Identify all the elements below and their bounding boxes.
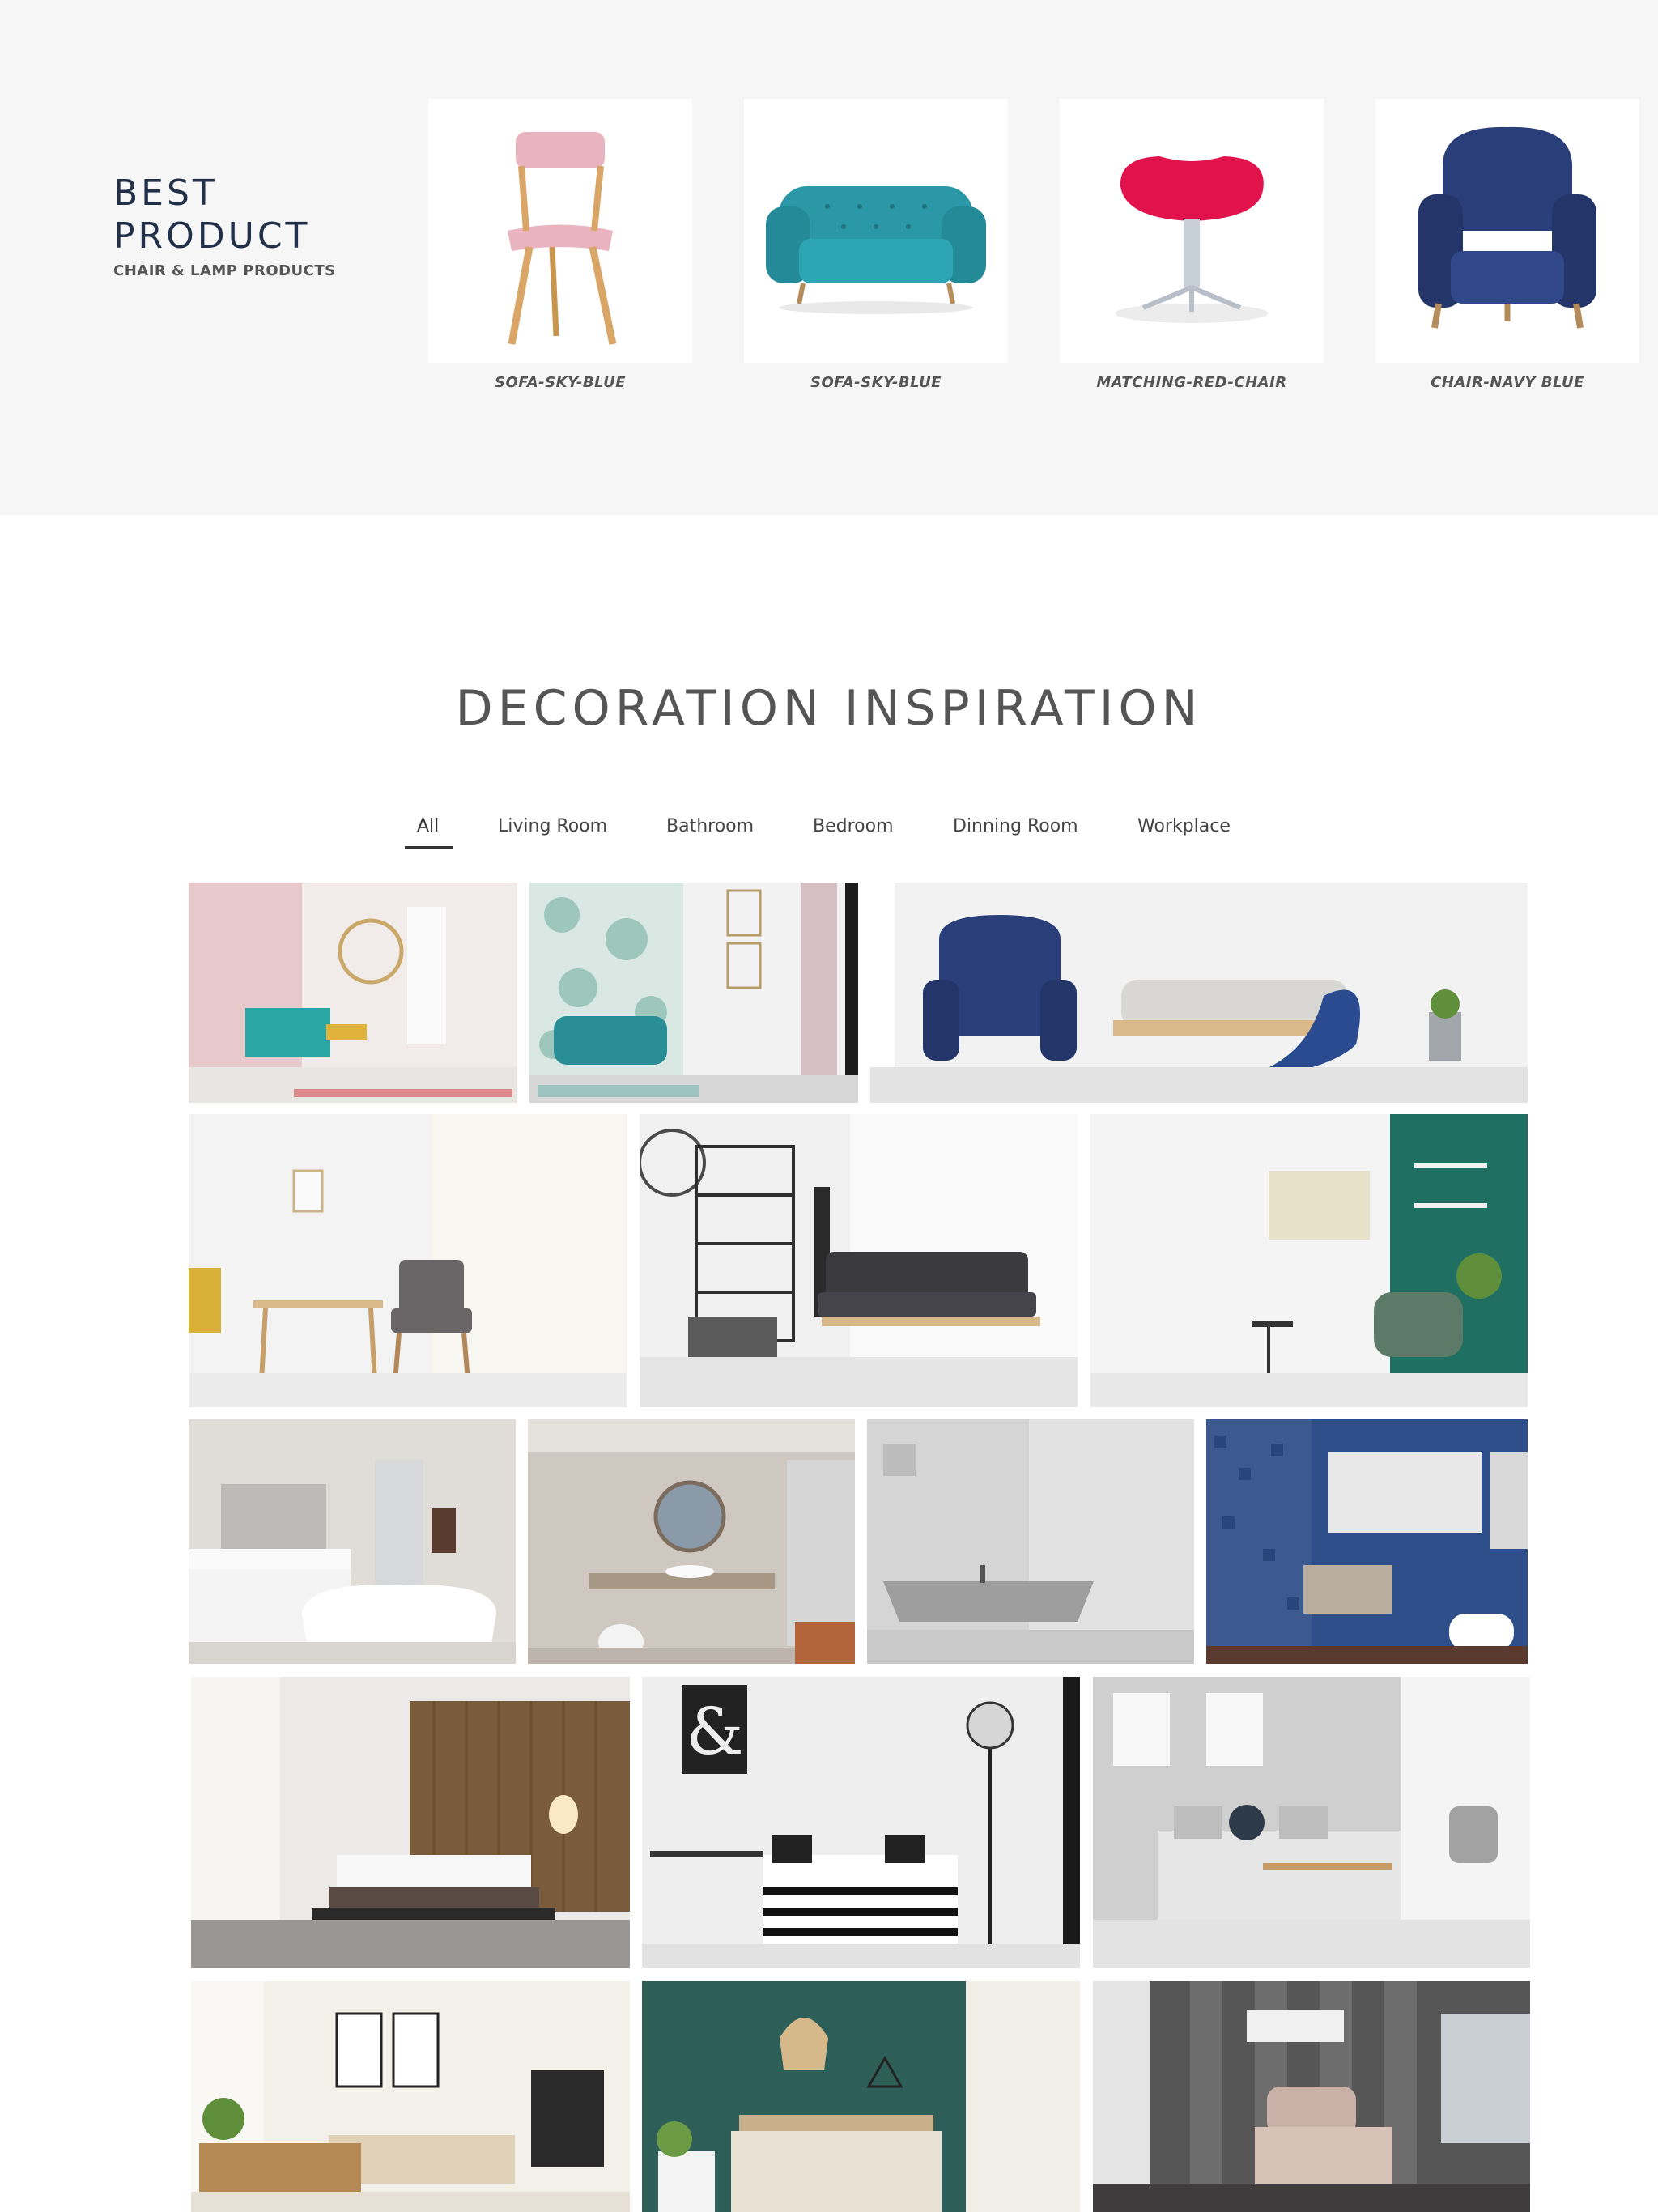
gallery-photo[interactable] <box>189 1419 516 1664</box>
category-tabs: All Living Room Bathroom Bedroom Dinning… <box>0 816 1658 852</box>
round-mirror-bathroom-photo <box>528 1419 855 1664</box>
gallery-photo[interactable] <box>189 883 517 1103</box>
gallery-photo[interactable] <box>640 1114 1078 1407</box>
wood-wall-bedroom-photo <box>191 1677 630 1968</box>
section-title: DECORATION INSPIRATION <box>455 680 1203 737</box>
yellow-gray-chairs-photo <box>189 1114 627 1407</box>
gallery-photo[interactable] <box>870 883 1528 1103</box>
product-name[interactable]: MATCHING-RED-CHAIR <box>1060 374 1324 391</box>
active-tab-indicator <box>405 846 453 849</box>
gallery-photo[interactable] <box>189 1114 627 1407</box>
gallery-photo[interactable] <box>191 1981 630 2212</box>
best-product-heading: BEST PRODUCT CHAIR & LAMP PRODUCTS <box>113 172 336 279</box>
product-image[interactable] <box>1060 99 1324 363</box>
navy-armchair-swing-photo <box>870 883 1528 1103</box>
product-card[interactable]: MATCHING-RED-CHAIR <box>1060 99 1324 391</box>
tab-dinning-room[interactable]: Dinning Room <box>953 816 1078 836</box>
rattan-bedroom-photo <box>191 1981 630 2212</box>
gallery-photo[interactable] <box>867 1419 1194 1664</box>
product-name[interactable]: CHAIR-NAVY BLUE <box>1375 374 1639 391</box>
ampersand-bedroom-photo: & <box>642 1677 1080 1968</box>
blue-tile-bathroom-photo <box>1206 1419 1528 1664</box>
gallery-photo[interactable]: & <box>642 1677 1080 1968</box>
gallery-photo[interactable] <box>1090 1114 1528 1407</box>
white-bath-mirror-photo <box>189 1419 516 1664</box>
tab-bathroom[interactable]: Bathroom <box>666 816 754 836</box>
gray-sink-bathroom-photo <box>867 1419 1194 1664</box>
best-product-title: BEST PRODUCT <box>113 172 311 257</box>
gallery-photo[interactable] <box>528 1419 855 1664</box>
black-futon-shelf-photo <box>640 1114 1078 1407</box>
teal-sofa-icon <box>766 186 986 314</box>
product-image[interactable] <box>1375 99 1639 363</box>
gallery-photo[interactable] <box>1093 1677 1530 1968</box>
pastel-living-room-photo <box>189 883 517 1103</box>
gallery-photo[interactable] <box>1206 1419 1528 1664</box>
pink-chair-icon <box>508 132 617 345</box>
svg-text:&: & <box>686 1694 743 1769</box>
gallery-photo[interactable] <box>1093 1981 1530 2212</box>
tab-bedroom[interactable]: Bedroom <box>813 816 894 836</box>
green-wall-armchair-photo <box>1090 1114 1528 1407</box>
green-pendant-bedroom-photo <box>642 1981 1080 2212</box>
product-card[interactable]: CHAIR-NAVY BLUE <box>1375 99 1639 391</box>
product-image[interactable] <box>428 99 692 363</box>
gallery-photo[interactable] <box>642 1981 1080 2212</box>
tab-living-room[interactable]: Living Room <box>498 816 607 836</box>
gallery-photo[interactable] <box>191 1677 630 1968</box>
palm-wallpaper-sofa-photo <box>529 883 858 1103</box>
tab-workplace[interactable]: Workplace <box>1137 816 1231 836</box>
product-name[interactable]: SOFA-SKY-BLUE <box>744 374 1008 391</box>
tab-all[interactable]: All <box>417 816 439 836</box>
striped-wall-bedroom-photo <box>1093 1981 1530 2212</box>
product-name[interactable]: SOFA-SKY-BLUE <box>428 374 692 391</box>
product-image[interactable] <box>744 99 1008 363</box>
best-product-subtitle: CHAIR & LAMP PRODUCTS <box>113 262 336 279</box>
gray-knot-bedroom-photo <box>1093 1677 1530 1968</box>
product-card[interactable]: SOFA-SKY-BLUE <box>428 99 692 391</box>
gallery-photo[interactable] <box>529 883 858 1103</box>
product-card[interactable]: SOFA-SKY-BLUE <box>744 99 1008 391</box>
navy-armchair-icon <box>1418 126 1596 329</box>
best-product-section: BEST PRODUCT CHAIR & LAMP PRODUCTS SOFA-… <box>0 0 1658 515</box>
red-stool-icon <box>1115 156 1269 323</box>
